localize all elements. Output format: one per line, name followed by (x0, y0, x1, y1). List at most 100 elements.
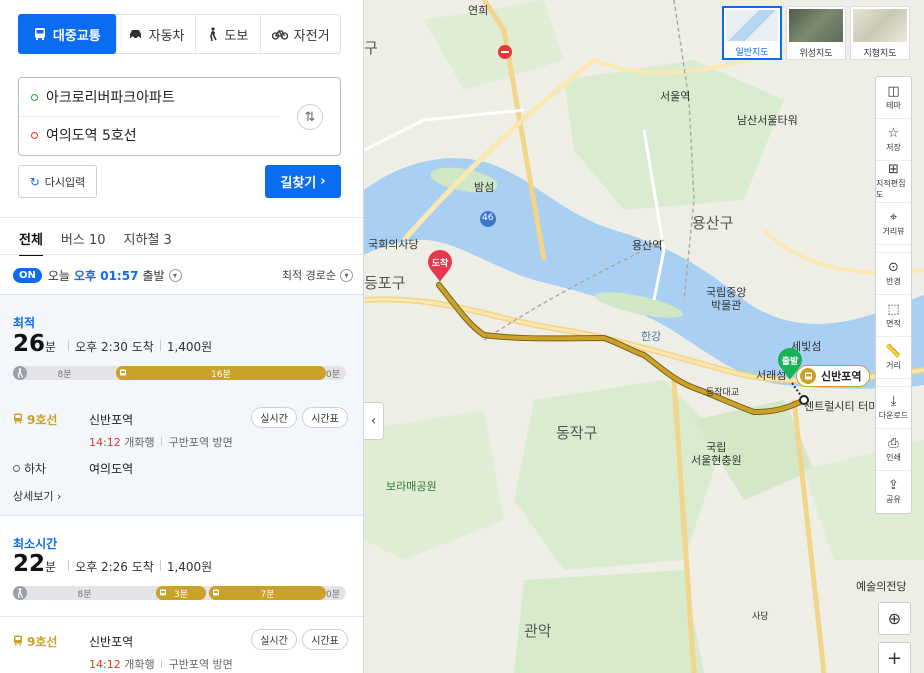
result-unit: 분 (45, 340, 57, 354)
divider (161, 659, 163, 668)
map-label-sadang: 사당 (752, 612, 769, 622)
route-input-box: 아크로리버파크아파트 여의도역 5호선 ⇅ (18, 77, 341, 156)
tool-area-button[interactable]: ⬚ 면적 (876, 295, 911, 337)
destination-text: 여의도역 5호선 (46, 128, 137, 144)
result-summary: 22 분 오후 2:26 도착 1,400원 (13, 551, 212, 577)
end-segment: 0분 (325, 589, 340, 600)
chevron-right-icon: › (56, 490, 62, 503)
tool-radius-button[interactable]: ⊙ 반경 (876, 253, 911, 295)
tool-save-button[interactable]: ☆ 저장 (876, 119, 911, 161)
subway-line: 9호선 (13, 633, 57, 650)
collapse-panel-button[interactable]: ‹ (364, 402, 384, 440)
map-label-yongsan-gu: 용산구 (692, 214, 734, 232)
refresh-icon: ↻ (29, 174, 40, 189)
board-time: 14:12 (89, 436, 121, 449)
car-icon (129, 30, 141, 40)
realtime-button[interactable]: 실시간 (251, 407, 297, 428)
bus-icon (13, 413, 23, 427)
zoom-in-button[interactable]: + (878, 642, 911, 673)
tool-theme-label: 테마 (886, 100, 901, 110)
destination-field[interactable]: 여의도역 5호선 (31, 116, 137, 154)
departure-suffix: 출발 (142, 268, 165, 283)
route-result-card[interactable]: 최적 26 분 오후 2:30 도착 1,400원 8분 16분 0분 9호선 … (0, 294, 363, 516)
tool-cadastral-label: 지적편집도 (876, 179, 906, 199)
divider (68, 560, 70, 571)
map-type-terrain[interactable]: 지형지도 (850, 6, 910, 60)
zoom-in-label: + (886, 647, 903, 669)
chevron-down-icon[interactable]: ▾ (168, 268, 182, 282)
map-label-gwanak: 관악 (524, 622, 552, 640)
map-label-national-museum: 국립중앙 박물관 (706, 286, 747, 312)
map-label-dongjak-bridge: 동작대교 (706, 388, 740, 398)
map-label-national-cemetery: 국립 서울현충원 (691, 441, 742, 467)
line-name: 9호선 (27, 635, 58, 649)
map-type-satellite-label: 위성지도 (799, 49, 833, 59)
tool-share-button[interactable]: ⇪ 공유 (876, 471, 911, 513)
walk-icon (13, 586, 27, 600)
swap-arrows-icon: ⇅ (304, 109, 316, 125)
route-result-card[interactable]: 최소시간 22 분 오후 2:26 도착 1,400원 8분 3분 7분 0분 … (0, 517, 363, 673)
board-stop[interactable]: 신반포역 (89, 633, 133, 650)
detail-label: 상세보기 (13, 490, 54, 503)
origin-text: 아크로리버파크아파트 (46, 90, 175, 106)
result-minutes: 26 (13, 331, 46, 357)
departure-toggle[interactable]: ON (13, 267, 42, 283)
departure-time[interactable]: 오후 01:57 (74, 267, 138, 284)
board-description: 구반포역 방면 (168, 436, 233, 449)
find-route-button[interactable]: 길찾기 › (265, 165, 341, 198)
realtime-button[interactable]: 실시간 (251, 629, 297, 650)
swap-route-button[interactable]: ⇅ (297, 104, 323, 130)
card-divider (0, 616, 363, 617)
tool-theme-button[interactable]: ◫ 테마 (876, 77, 911, 119)
result-arrival: 오후 2:26 도착 (75, 560, 154, 574)
sort-dropdown[interactable]: 최적 경로순 ▾ (282, 267, 353, 283)
mode-car-button[interactable]: 자동차 (115, 15, 196, 53)
tool-distance-button[interactable]: 📏 거리 (876, 337, 911, 379)
map-label-namsan-tower: 남산서울타워 (737, 114, 798, 127)
map-label-yeongdeungpo-gu: 등포구 (364, 274, 406, 292)
tab-all[interactable]: 전체 (19, 229, 43, 256)
my-location-button[interactable]: ⊕ (878, 602, 911, 635)
result-minutes: 22 (13, 551, 46, 577)
board-info: 14:12 개화행 구반포역 방면 (89, 656, 233, 672)
origin-field[interactable]: 아크로리버파크아파트 (31, 78, 175, 116)
map-canvas[interactable]: 연희 서울역 남산서울타워 밤섬 46 용산구 용산역 국립중앙 박물관 국회의… (364, 0, 924, 673)
transport-mode-tabs: 대중교통 자동차 도보 자전거 (18, 14, 341, 54)
departure-day: 오늘 (47, 268, 70, 283)
toolbar-gap (876, 245, 911, 253)
layers-icon: ◫ (887, 83, 900, 99)
tool-cadastral-button[interactable]: ⊞ 지적편집도 (876, 161, 911, 203)
map-type-normal[interactable]: 일반지도 (722, 6, 782, 60)
station-marker[interactable]: 신반포역 (796, 365, 871, 387)
detail-link[interactable]: 상세보기 › (13, 488, 61, 504)
result-fare: 1,400원 (166, 560, 213, 574)
tool-area-label: 면적 (886, 318, 901, 328)
map-label-hangang: 한강 (641, 330, 662, 343)
mode-walk-label: 도보 (224, 28, 249, 44)
timetable-button[interactable]: 시간표 (302, 629, 348, 650)
map-type-satellite[interactable]: 위성지도 (786, 6, 846, 60)
sort-label: 최적 경로순 (281, 269, 336, 282)
tool-streetview-button[interactable]: ⌖ 거리뷰 (876, 203, 911, 245)
mode-bike-button[interactable]: 자전거 (260, 15, 340, 53)
bus-icon (13, 635, 23, 649)
alight-stop[interactable]: 여의도역 (89, 460, 133, 477)
tool-save-label: 저장 (886, 142, 901, 152)
mode-walk-button[interactable]: 도보 (195, 15, 260, 53)
area-icon: ⬚ (887, 301, 900, 317)
tab-subway[interactable]: 지하철 3 (124, 229, 172, 256)
mode-transit-button[interactable]: 대중교통 (18, 14, 116, 54)
tool-print-button[interactable]: ⎙ 인쇄 (876, 429, 911, 471)
reset-input-button[interactable]: ↻ 다시입력 (18, 165, 97, 198)
tab-bus[interactable]: 버스 10 (61, 229, 106, 256)
section-divider (0, 217, 363, 218)
timetable-button[interactable]: 시간표 (302, 407, 348, 428)
segment-bar: 8분 3분 7분 0분 (13, 586, 346, 600)
destination-marker[interactable]: 도착 (426, 249, 454, 283)
tool-download-button[interactable]: ⤓ 다운로드 (876, 387, 911, 429)
chevron-down-icon: ▾ (340, 268, 353, 282)
board-stop[interactable]: 신반포역 (89, 411, 133, 428)
ruler-icon: 📏 (885, 343, 902, 359)
map-label-yongsan-station: 용산역 (632, 239, 663, 252)
bus-icon (116, 366, 130, 380)
